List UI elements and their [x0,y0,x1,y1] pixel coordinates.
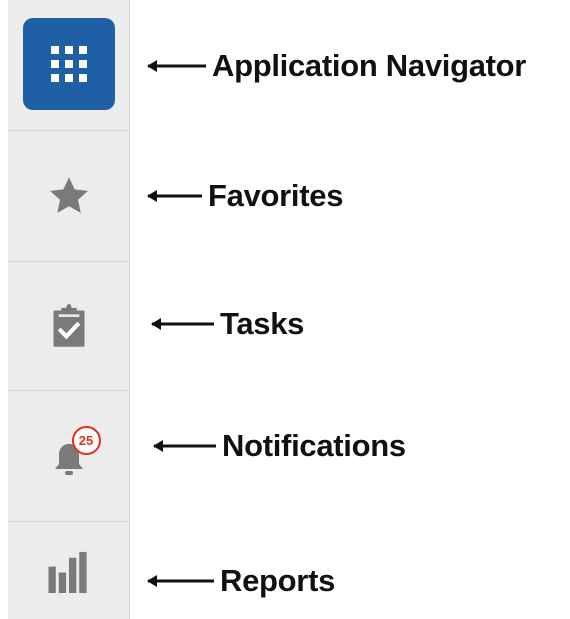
arrow-left-icon [147,60,206,72]
arrow-left-icon [151,318,214,330]
arrow-left-icon [147,575,214,587]
bar-chart-icon [47,551,87,593]
notification-count-badge: 25 [71,426,101,455]
callout-reports: Reports [146,563,335,599]
clipboard-check-icon [52,304,85,347]
callout-label: Reports [220,563,336,598]
app-navigator-button[interactable] [22,18,115,110]
rail-item-favorites[interactable] [8,131,129,261]
rail-item-app-navigator[interactable] [8,14,129,114]
grid-icon [50,46,87,82]
callout-label: Favorites [208,178,344,213]
callout-label: Application Navigator [212,48,527,83]
callout-label: Tasks [220,306,305,341]
rail-item-tasks[interactable] [8,262,129,390]
star-icon [49,177,88,213]
callout-notifications: Notifications [152,428,406,464]
arrow-left-icon [147,190,202,202]
rail-item-notifications[interactable]: 25 [8,391,129,521]
navigation-rail: 25 [8,0,130,619]
rail-item-reports[interactable] [8,522,129,619]
callout-label: Notifications [222,428,406,463]
callout-favorites: Favorites [146,178,343,214]
arrow-left-icon [153,440,216,452]
callout-tasks: Tasks [150,306,304,342]
notifications-button[interactable]: 25 [39,426,101,486]
callout-app-navigator: Application Navigator [146,48,526,84]
